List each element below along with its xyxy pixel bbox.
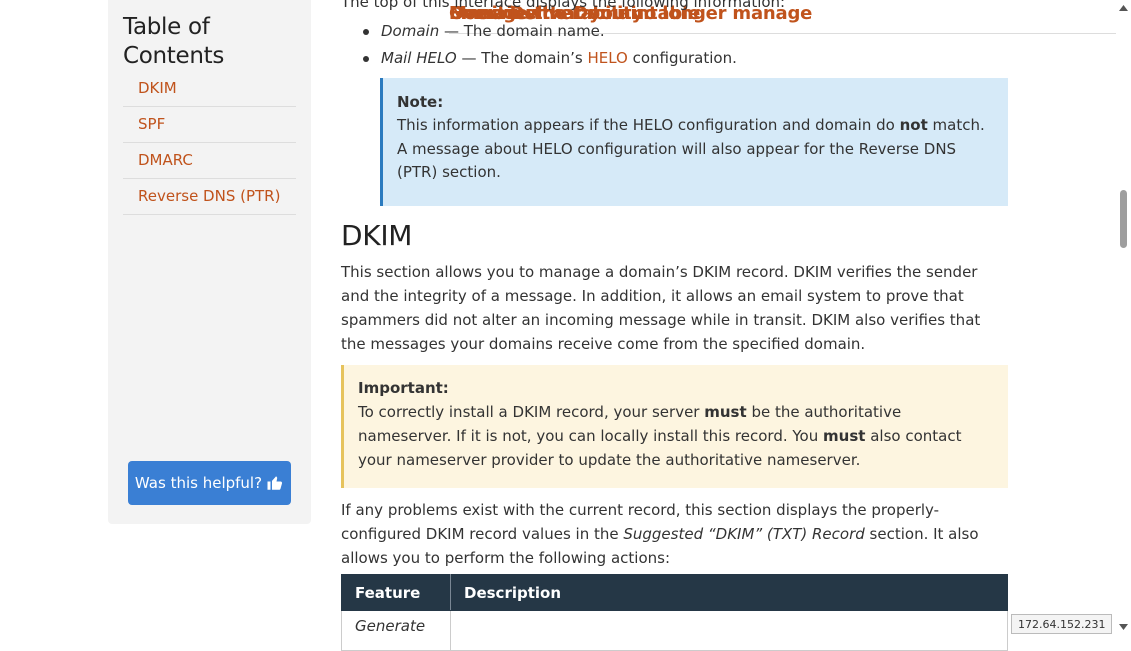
column-header-feature: Feature bbox=[341, 574, 451, 611]
features-table: Feature Description Generate bbox=[341, 574, 1008, 651]
term-domain: Domain bbox=[381, 22, 440, 40]
note-heading: Note: bbox=[397, 93, 444, 111]
table-header-row: Feature Description bbox=[341, 574, 1008, 611]
toc-title: Table of Contents bbox=[123, 14, 225, 69]
helo-link[interactable]: HELO bbox=[587, 49, 627, 67]
term-mail-helo-desc-before: — The domain’s bbox=[456, 48, 588, 67]
important-text-1: To correctly install a DKIM record, your… bbox=[358, 403, 705, 421]
thumbs-up-icon bbox=[267, 476, 283, 490]
dkim-paragraph: This section allows you to manage a doma… bbox=[341, 263, 981, 353]
term-mail-helo: Mail HELO bbox=[381, 48, 457, 67]
intro-text: The top of this interface displays the f… bbox=[341, 0, 786, 11]
important-heading: Important: bbox=[358, 379, 449, 397]
important-body: To correctly install a DKIM record, your… bbox=[358, 400, 994, 472]
list-item: Domain — The domain name. bbox=[341, 18, 737, 45]
toc-item-reverse-dns[interactable]: Reverse DNS (PTR) bbox=[123, 186, 296, 215]
bullet-dot bbox=[363, 55, 369, 62]
actions-italic: Suggested “DKIM” (TXT) Record bbox=[623, 525, 865, 543]
note-bold: not bbox=[899, 116, 928, 134]
scroll-up-arrow-icon[interactable] bbox=[1118, 2, 1129, 14]
important-callout: Important: To correctly install a DKIM r… bbox=[341, 365, 1008, 488]
toc-item-spf[interactable]: SPF bbox=[123, 114, 296, 143]
list-item: Mail HELO — The domain’s HELO configurat… bbox=[341, 45, 737, 72]
important-bold-2: must bbox=[823, 427, 866, 445]
table-cell-description bbox=[450, 610, 1008, 651]
was-this-helpful-button[interactable]: Was this helpful? bbox=[128, 461, 291, 505]
term-domain-desc: — The domain name. bbox=[439, 22, 605, 40]
bullet-dot bbox=[363, 29, 369, 35]
toc-item-dmarc[interactable]: DMARC bbox=[123, 150, 296, 179]
important-bold-1: must bbox=[704, 403, 747, 421]
note-body: This information appears if the HELO con… bbox=[397, 114, 994, 185]
term-mail-helo-desc-after: configuration. bbox=[627, 48, 737, 67]
note-callout: Note: This information appears if the HE… bbox=[380, 78, 1008, 206]
toc-list: Overview Email Deliverability table Mana… bbox=[123, 3, 1116, 215]
scrollbar-thumb[interactable] bbox=[1120, 190, 1127, 248]
vertical-scrollbar[interactable] bbox=[1116, 0, 1131, 635]
note-text-1: This information appears if the HELO con… bbox=[397, 116, 900, 134]
column-header-description: Description bbox=[450, 574, 1008, 611]
actions-paragraph: If any problems exist with the current r… bbox=[341, 498, 1008, 570]
ip-address-badge: 172.64.152.231 bbox=[1011, 614, 1113, 634]
info-list: Domain — The domain name. Mail HELO — Th… bbox=[341, 18, 737, 71]
helpful-button-label: Was this helpful? bbox=[134, 474, 263, 492]
dkim-heading: DKIM bbox=[341, 219, 413, 252]
table-of-contents: Table of Contents Overview Email Deliver… bbox=[108, 0, 1116, 524]
scroll-down-arrow-icon[interactable] bbox=[1118, 621, 1129, 633]
table-row: Generate bbox=[341, 610, 1008, 651]
table-cell-feature: Generate bbox=[341, 610, 451, 651]
toc-item-dkim[interactable]: DKIM bbox=[123, 78, 296, 107]
